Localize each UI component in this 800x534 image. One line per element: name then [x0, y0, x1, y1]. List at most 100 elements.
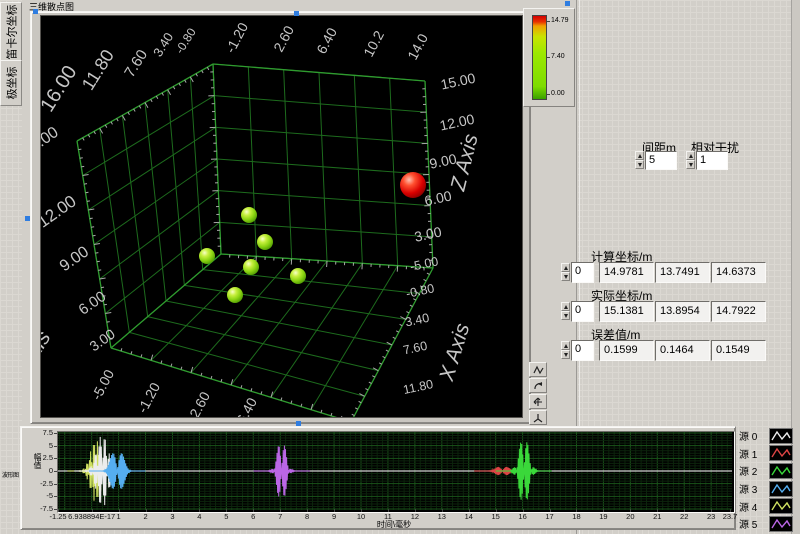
legend-label: 源 4	[739, 499, 769, 514]
decrement-icon[interactable]	[561, 272, 570, 281]
axis-tick-label: 6.40	[233, 395, 260, 417]
x-tick-label: 17	[545, 512, 553, 521]
actual-y-value: 13.8954	[655, 301, 710, 322]
receiver-point	[290, 268, 306, 284]
axis-tick-label: 16.00	[41, 62, 82, 116]
legend-label: 源 3	[739, 481, 769, 496]
legend-label: 源 1	[739, 446, 769, 461]
computed-index-stepper[interactable]	[561, 263, 570, 281]
graph3d-plot-area[interactable]: 15.0012.009.006.003.00-5.00-0.803.407.60…	[40, 15, 523, 418]
selection-handle[interactable]	[25, 216, 30, 221]
axis-tick-label: -5.00	[409, 254, 440, 274]
legend-item[interactable]: 源 5	[739, 515, 799, 533]
x-tick-label: 6.938894E-17	[68, 512, 115, 521]
spacing-stepper[interactable]	[635, 151, 644, 169]
color-scale[interactable]: 14.79 7.40 0.00	[523, 8, 575, 107]
decrement-icon[interactable]	[635, 160, 644, 169]
increment-icon[interactable]	[561, 302, 570, 311]
legend-item[interactable]: 源 2	[739, 462, 799, 480]
color-scale-tick	[547, 94, 550, 95]
legend-item[interactable]: 源 4	[739, 497, 799, 515]
plot3d-svg: 15.0012.009.006.003.00-5.00-0.803.407.60…	[41, 16, 522, 417]
spacing-input[interactable]: 5	[645, 151, 677, 170]
actual-x-value: 15.1381	[599, 301, 654, 322]
axis-tick-label: 3.40	[150, 30, 176, 59]
color-gradient-bar	[532, 15, 547, 100]
legend-item[interactable]: 源 1	[739, 445, 799, 463]
pan-tool-button[interactable]	[529, 394, 547, 409]
selection-handle[interactable]	[565, 1, 570, 6]
color-scale-max: 14.79	[551, 17, 569, 24]
x-tick-label: 6	[251, 512, 255, 521]
waveform-style-icon[interactable]	[769, 445, 793, 461]
x-tick-label: 5	[224, 512, 228, 521]
waveform-style-icon[interactable]	[769, 463, 793, 479]
color-scale-tick	[547, 57, 550, 58]
x-tick-label: 22	[680, 512, 688, 521]
error-x-value: 0.1599	[599, 340, 654, 361]
x-tick-label: 23	[707, 512, 715, 521]
tab-polar-label: 极坐标	[3, 67, 19, 100]
waveform-style-icon[interactable]	[769, 516, 793, 532]
error-y-value: 0.1464	[655, 340, 710, 361]
waveform-style-icon[interactable]	[769, 498, 793, 514]
x-tick-label: 18	[572, 512, 580, 521]
waveform-style-icon[interactable]	[769, 428, 793, 444]
x-tick-label: 23.7	[723, 512, 738, 521]
zoom-tool-button[interactable]	[529, 362, 547, 377]
color-scale-tick	[547, 21, 550, 22]
selection-handle[interactable]	[296, 421, 301, 426]
increment-icon[interactable]	[561, 341, 570, 350]
decrement-icon[interactable]	[686, 160, 695, 169]
receiver-point	[257, 234, 273, 250]
color-scale-mid: 7.40	[551, 53, 565, 60]
waveform-x-tick-labels: -1.256.938894E-1712345678910111213141516…	[21, 427, 735, 527]
axis-tick-label: 11.80	[402, 377, 435, 397]
axis-tick-label: 12.00	[41, 192, 80, 232]
increment-icon[interactable]	[686, 151, 695, 160]
axis-tick-label: 3.00	[86, 325, 118, 354]
interference-stepper[interactable]	[686, 151, 695, 169]
rotate-tool-button[interactable]	[529, 378, 547, 393]
waveform-x-axis-label: 时间\毫秒	[321, 519, 467, 530]
axis-tick-label: 15.00	[41, 124, 62, 161]
axes-tool-button[interactable]	[529, 410, 547, 425]
x-tick-label: 4	[197, 512, 201, 521]
selection-handle[interactable]	[294, 11, 299, 16]
computed-index-input[interactable]: 0	[571, 262, 594, 283]
axis-tick-label: 2.60	[270, 23, 297, 55]
actual-index-input[interactable]: 0	[571, 301, 594, 322]
waveform-style-icon[interactable]	[769, 481, 793, 497]
legend-label: 源 0	[739, 428, 769, 443]
x-tick-label: 20	[626, 512, 634, 521]
error-z-value: 0.1549	[711, 340, 766, 361]
increment-icon[interactable]	[561, 263, 570, 272]
tab-polar-coordinates[interactable]: 极坐标	[0, 60, 22, 106]
x-tick-label: 16	[518, 512, 526, 521]
x-tick-label: 21	[653, 512, 661, 521]
axis-tick-label: 11.80	[78, 46, 118, 94]
interference-input[interactable]: 1	[696, 151, 728, 170]
x-tick-label: -1.25	[49, 512, 66, 521]
axis-tick-label: 7.60	[402, 339, 429, 358]
legend-item[interactable]: 源 3	[739, 480, 799, 498]
increment-icon[interactable]	[635, 151, 644, 160]
error-values-label: 误差值/m	[591, 326, 640, 343]
estimated-source-point	[400, 172, 426, 198]
legend-item[interactable]: 源 0	[739, 427, 799, 445]
actual-coords-label: 实际坐标/m	[591, 287, 652, 304]
axis-tick-label: 3.40	[404, 311, 431, 330]
waveform-frame: 幅值 7.552.50-2.5-5-7.5 -1.256.938894E-171…	[20, 426, 736, 530]
axis-tick-label: -1.20	[222, 20, 251, 56]
axis-tick-label: -0.80	[405, 281, 436, 301]
receiver-point	[243, 259, 259, 275]
decrement-icon[interactable]	[561, 311, 570, 320]
actual-z-value: 14.7922	[711, 301, 766, 322]
error-index-stepper[interactable]	[561, 341, 570, 359]
actual-index-stepper[interactable]	[561, 302, 570, 320]
tab-cartesian-coordinates[interactable]: 笛卡尔坐标	[0, 2, 22, 61]
receiver-point	[241, 207, 257, 223]
decrement-icon[interactable]	[561, 350, 570, 359]
selection-handle[interactable]	[33, 9, 38, 14]
error-index-input[interactable]: 0	[571, 340, 594, 361]
